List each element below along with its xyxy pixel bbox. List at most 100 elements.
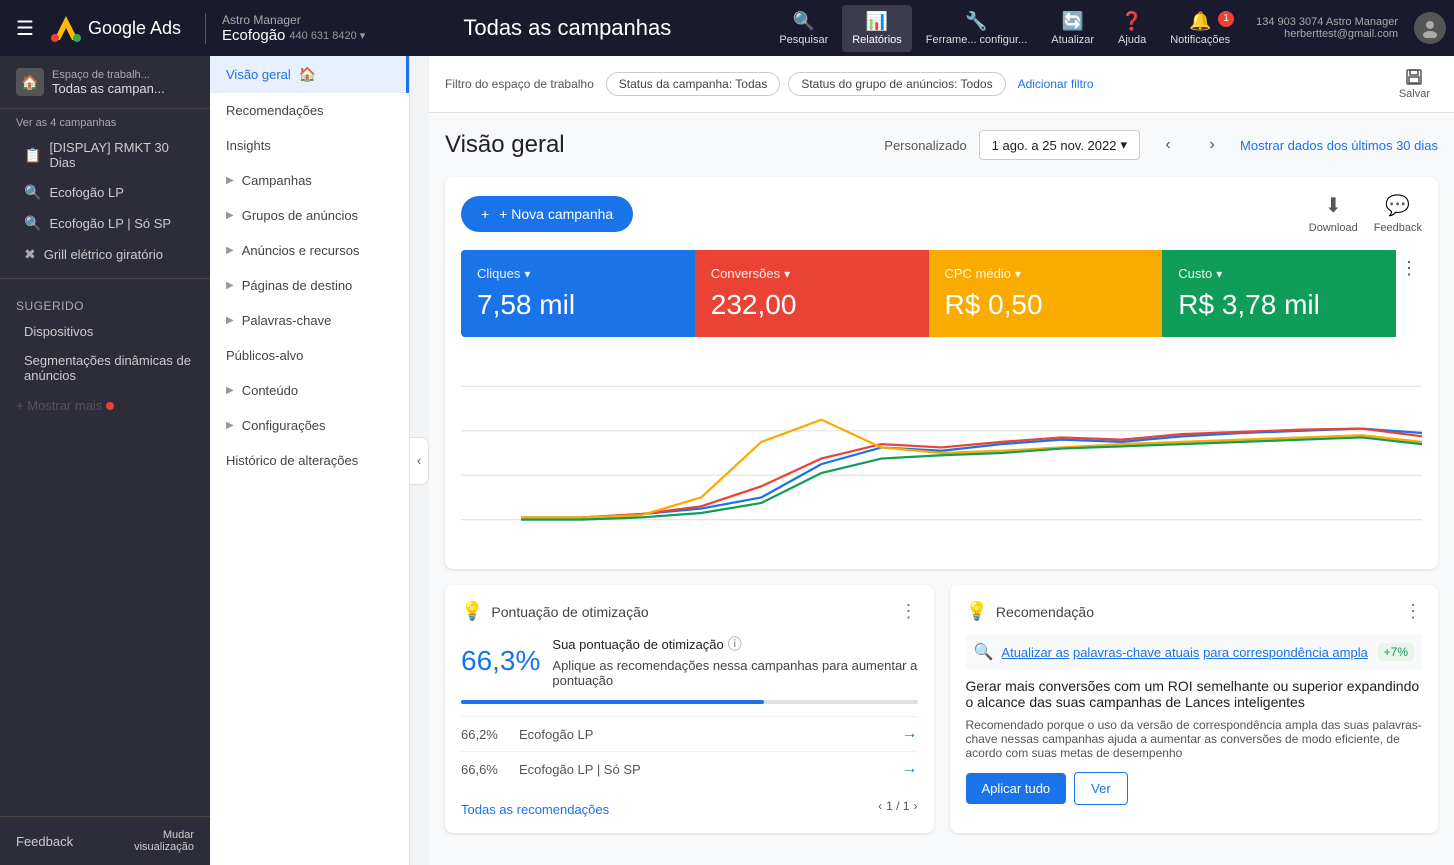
content-area: Visão geral Personalizado 1 ago. a 25 no… xyxy=(429,113,1454,865)
feedback-action[interactable]: 💬 Feedback xyxy=(1374,193,1422,234)
search-small-icon-2: 🔍 xyxy=(24,215,41,232)
home-icon: 🏠 xyxy=(299,66,316,83)
workspace-item[interactable]: 🏠 Espaço de trabalh... Todas as campan..… xyxy=(0,56,210,109)
google-ads-logo: Google Ads xyxy=(50,12,181,44)
campaigns-section-label[interactable]: Ver as 4 campanhas xyxy=(0,109,210,133)
adgroup-status-filter[interactable]: Status do grupo de anúncios: Todos xyxy=(788,72,1005,96)
recommendation-more-icon[interactable]: ⋮ xyxy=(1404,601,1422,622)
optimization-title: Pontuação de otimização xyxy=(491,604,891,620)
optimization-header: 💡 Pontuação de otimização ⋮ xyxy=(461,601,918,622)
lightbulb-icon: 💡 xyxy=(461,601,483,622)
show-30-days-link[interactable]: Mostrar dados dos últimos 30 dias xyxy=(1240,138,1438,153)
nav-atualizar[interactable]: 🔄 Atualizar xyxy=(1041,5,1104,52)
sidebar-item-ecofogao-lp[interactable]: 🔍 Ecofogão LP xyxy=(0,177,210,208)
download-action[interactable]: ⬇ Download xyxy=(1309,193,1358,234)
chevron-right-icon-3: ▶ xyxy=(226,245,234,256)
nav-actions: 🔍 Pesquisar 📊 Relatórios 🔧 Ferrame... co… xyxy=(769,5,1240,52)
metrics-row: Cliques ▾ 7,58 mil Conversões ▾ 2 xyxy=(461,250,1422,337)
cliques-label: Cliques xyxy=(477,266,520,281)
nav-grupos-anuncios[interactable]: ▶ Grupos de anúncios xyxy=(210,198,409,233)
nav-campanhas[interactable]: ▶ Campanhas xyxy=(210,163,409,198)
nav-ajuda[interactable]: ❓ Ajuda xyxy=(1108,5,1156,52)
opt-row-1-percent: 66,2% xyxy=(461,727,511,742)
app-layout: 🏠 Espaço de trabalh... Todas as campan..… xyxy=(0,56,1454,865)
sidebar-item-ecofogao-sp[interactable]: 🔍 Ecofogão LP | Só SP xyxy=(0,208,210,239)
user-avatar[interactable] xyxy=(1414,12,1446,44)
conversoes-value: 232,00 xyxy=(711,289,913,321)
metric-conversoes[interactable]: Conversões ▾ 232,00 xyxy=(695,250,929,337)
nav-conteudo[interactable]: ▶ Conteúdo xyxy=(210,373,409,408)
sidebar-item-dispositivos[interactable]: Dispositivos xyxy=(0,317,210,346)
campaign-status-filter[interactable]: Status da campanha: Todas xyxy=(606,72,781,96)
nav-ferramentas[interactable]: 🔧 Ferrame... configur... xyxy=(916,5,1037,52)
sidebar-item-segmentacoes[interactable]: Segmentações dinâmicas de anúncios xyxy=(0,346,210,390)
card-actions: ⬇ Download 💬 Feedback xyxy=(1309,193,1422,234)
metrics-container: Cliques ▾ 7,58 mil Conversões ▾ 2 xyxy=(461,250,1422,553)
nav-relatorios[interactable]: 📊 Relatórios xyxy=(842,5,912,52)
save-icon xyxy=(1405,68,1423,86)
nav-palavras-chave[interactable]: ▶ Palavras-chave xyxy=(210,303,409,338)
ferramentas-label: Ferrame... configur... xyxy=(926,34,1027,46)
account-name: Ecofogão xyxy=(222,27,285,44)
metric-cpc[interactable]: CPC médio ▾ R$ 0,50 xyxy=(929,250,1163,337)
sidebar-item-display[interactable]: 📋 [DISPLAY] RMKT 30 Dias xyxy=(0,133,210,177)
account-info[interactable]: Astro Manager Ecofogão 440 631 8420 ▾ xyxy=(205,13,365,44)
account-email: herberttest@gmail.com xyxy=(1284,28,1398,40)
sidebar-item-grill[interactable]: ✖ Grill elétrico giratório xyxy=(0,239,210,270)
date-picker[interactable]: 1 ago. a 25 nov. 2022 ▾ xyxy=(979,130,1140,160)
view-button[interactable]: Ver xyxy=(1074,772,1128,805)
date-prev-button[interactable]: ‹ xyxy=(1152,129,1184,161)
reports-icon: 📊 xyxy=(866,11,888,32)
opt-row-1: 66,2% Ecofogão LP → xyxy=(461,716,918,751)
rec-description: Recomendado porque o uso da versão de co… xyxy=(966,718,1423,760)
opt-row-2-name: Ecofogão LP | Só SP xyxy=(519,762,902,777)
nav-historico[interactable]: Histórico de alterações xyxy=(210,443,409,478)
recommendation-search-row: 🔍 Atualizar as palavras-chave atuais par… xyxy=(966,634,1423,670)
chevron-right-icon-2: ▶ xyxy=(226,210,234,221)
relatorios-label: Relatórios xyxy=(852,34,902,46)
optimization-more-icon[interactable]: ⋮ xyxy=(900,601,918,622)
menu-hamburger[interactable]: ☰ xyxy=(8,8,42,49)
metric-cliques[interactable]: Cliques ▾ 7,58 mil xyxy=(461,250,695,337)
chevron-right-icon-5: ▶ xyxy=(226,315,234,326)
nav-insights[interactable]: Insights xyxy=(210,128,409,163)
see-all-recommendations-link[interactable]: Todas as recomendações xyxy=(461,802,609,817)
next-page-icon[interactable]: › xyxy=(914,799,918,813)
account-id: 440 631 8420 ▾ xyxy=(289,29,365,42)
prev-page-icon[interactable]: ‹ xyxy=(878,799,882,813)
opt-row-1-arrow[interactable]: → xyxy=(902,725,918,743)
nav-anuncios-recursos[interactable]: ▶ Anúncios e recursos xyxy=(210,233,409,268)
nav-pesquisar[interactable]: 🔍 Pesquisar xyxy=(769,5,838,52)
notification-badge: 1 xyxy=(1218,11,1234,27)
nav-visao-geral[interactable]: Visão geral 🏠 xyxy=(210,56,409,93)
opt-help-icon[interactable]: ⓘ xyxy=(728,634,742,654)
more-options-icon[interactable]: ⋮ xyxy=(1400,258,1418,278)
sidebar-change-view[interactable]: Mudar visualização xyxy=(134,829,194,853)
cpc-dropdown-icon: ▾ xyxy=(1015,267,1021,281)
apply-all-button[interactable]: Aplicar tudo xyxy=(966,773,1067,804)
save-button[interactable]: Salvar xyxy=(1391,64,1438,104)
show-more-button[interactable]: + Mostrar mais xyxy=(0,390,210,421)
metric-custo[interactable]: Custo ▾ R$ 3,78 mil xyxy=(1162,250,1396,337)
nav-paginas-destino[interactable]: ▶ Páginas de destino xyxy=(210,268,409,303)
collapse-nav-button[interactable]: ‹ xyxy=(409,437,429,485)
opt-row-1-name: Ecofogão LP xyxy=(519,727,902,742)
nav-notificacoes[interactable]: 🔔 1 Notificações xyxy=(1160,5,1240,52)
pagination-control[interactable]: ‹ 1 / 1 › xyxy=(878,799,917,813)
optimization-card: 💡 Pontuação de otimização ⋮ 66,3% Sua po… xyxy=(445,585,934,833)
nav-recomendacoes[interactable]: Recomendações xyxy=(210,93,409,128)
opt-row-2-arrow[interactable]: → xyxy=(902,760,918,778)
conversoes-dropdown-icon: ▾ xyxy=(784,267,790,281)
opt-score-title: Sua pontuação de otimização xyxy=(552,637,723,652)
nav-publicos-alvo[interactable]: Públicos-alvo xyxy=(210,338,409,373)
date-next-button[interactable]: › xyxy=(1196,129,1228,161)
notificacoes-label: Notificações xyxy=(1170,34,1230,46)
help-icon: ❓ xyxy=(1121,11,1143,32)
performance-chart: 1 de ago. de 2022 21 de nov. de 2022 xyxy=(461,353,1422,553)
download-label: Download xyxy=(1309,222,1358,234)
nav-configuracoes[interactable]: ▶ Configurações xyxy=(210,408,409,443)
new-campaign-button[interactable]: + + Nova campanha xyxy=(461,196,633,232)
add-filter-button[interactable]: Adicionar filtro xyxy=(1018,77,1094,91)
sidebar-feedback-label[interactable]: Feedback xyxy=(16,834,73,849)
rec-link-text[interactable]: palavras-chave atuais xyxy=(1073,645,1199,660)
